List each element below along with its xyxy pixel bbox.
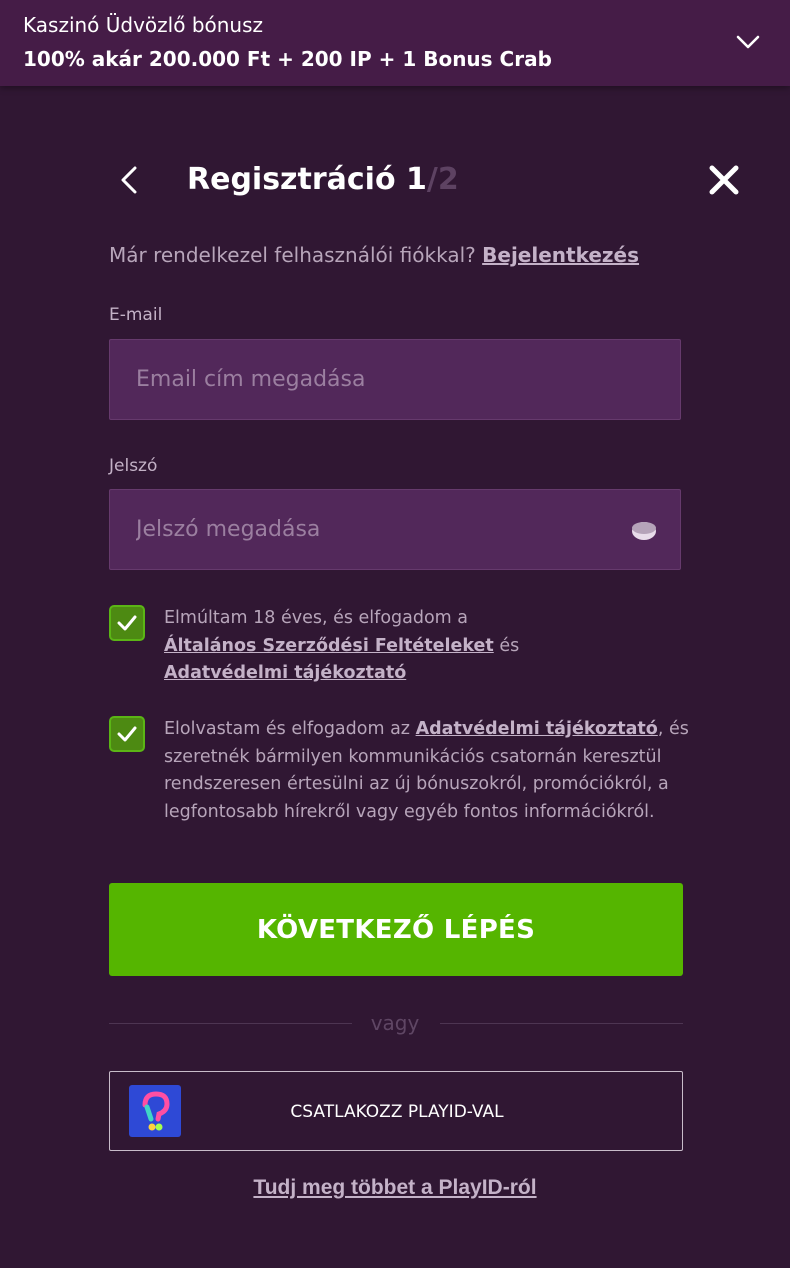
password-input[interactable] [110, 490, 680, 569]
marketing-statement: Elolvastam és elfogadom az [164, 719, 410, 739]
privacy-link-2[interactable]: Adatvédelmi tájékoztató [416, 719, 658, 739]
marketing-checkbox[interactable] [109, 716, 145, 752]
page-title: Regisztráció 1/2 [187, 162, 459, 197]
email-field-container [109, 339, 681, 420]
playid-button[interactable]: CSATLAKOZZ PLAYID-VAL [109, 1071, 683, 1151]
close-icon[interactable] [704, 160, 744, 200]
password-field-container [109, 489, 681, 570]
eye-icon[interactable] [630, 517, 658, 545]
marketing-text: Elolvastam és elfogadom az Adatvédelmi t… [164, 716, 694, 826]
terms-link[interactable]: Általános Szerződési Feltételeket [164, 636, 494, 656]
age-terms-conjunction: és [499, 635, 520, 656]
email-label: E-mail [109, 305, 163, 325]
divider-line-right [440, 1023, 683, 1024]
chevron-left-icon[interactable] [112, 162, 148, 198]
age-terms-text: Elmúltam 18 éves, és elfogadom a Általán… [164, 605, 694, 688]
checkmark-icon [117, 615, 137, 631]
privacy-link[interactable]: Adatvédelmi tájékoztató [164, 663, 406, 683]
divider-line-left [109, 1023, 352, 1024]
step-current: Regisztráció 1 [187, 162, 427, 197]
playid-learn-more-link[interactable]: Tudj meg többet a PlayID-ról [0, 1176, 790, 1200]
login-link[interactable]: Bejelentkezés [482, 243, 639, 267]
playid-button-label: CSATLAKOZZ PLAYID-VAL [290, 1102, 504, 1122]
checkmark-icon [117, 726, 137, 742]
login-prompt-text: Már rendelkezel felhasználói fiókkal? [109, 243, 476, 267]
registration-header: Regisztráció 1/2 [0, 150, 790, 210]
next-step-button[interactable]: KÖVETKEZŐ LÉPÉS [109, 883, 683, 976]
age-terms-statement: Elmúltam 18 éves, és elfogadom a [164, 608, 469, 628]
banner-offer: 100% akár 200.000 Ft + 200 IP + 1 Bonus … [23, 47, 552, 71]
chevron-down-icon[interactable] [730, 24, 766, 60]
age-terms-checkbox[interactable] [109, 605, 145, 641]
password-label: Jelszó [109, 456, 158, 476]
bonus-banner[interactable]: Kaszinó Üdvözlő bónusz 100% akár 200.000… [0, 0, 790, 86]
email-input[interactable] [110, 340, 680, 419]
login-prompt: Már rendelkezel felhasználói fiókkal? Be… [109, 243, 639, 267]
banner-title: Kaszinó Üdvözlő bónusz [23, 13, 264, 37]
step-total: /2 [426, 162, 459, 197]
divider-text: vagy [370, 1011, 420, 1035]
